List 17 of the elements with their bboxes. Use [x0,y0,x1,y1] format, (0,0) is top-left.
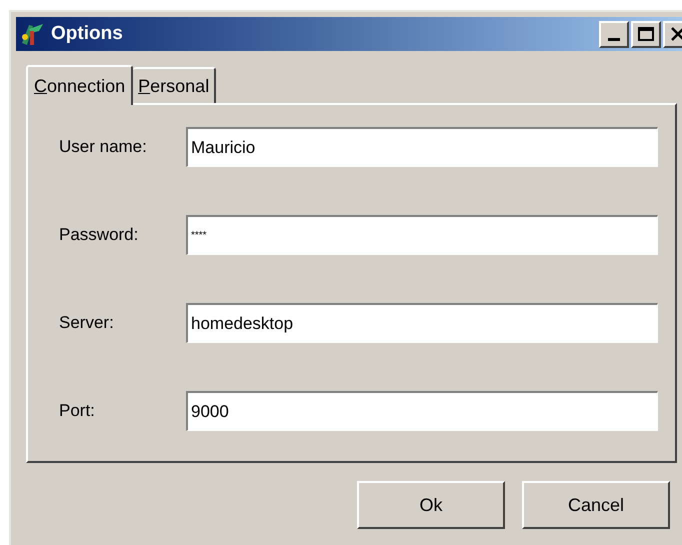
input-field[interactable]: Mauricio [186,127,658,167]
field-label: Port: [59,400,96,422]
app-icon [19,21,45,47]
field-label: Server: [59,312,115,334]
field-label: User name: [59,136,148,158]
window-title: Options [51,22,123,46]
input-field[interactable]: homedesktop [186,303,658,343]
minimize-button[interactable] [599,20,629,48]
tab[interactable]: Personal [133,67,216,103]
tab[interactable]: Connection [26,65,134,105]
dialog-button[interactable]: Ok [357,481,505,529]
field-label: Password: [59,224,140,246]
dialog-button[interactable]: Cancel [522,481,670,529]
input-field[interactable]: **** [186,215,658,255]
maximize-button[interactable] [631,20,661,48]
input-field[interactable]: 9000 [186,391,658,431]
close-icon [670,26,682,42]
